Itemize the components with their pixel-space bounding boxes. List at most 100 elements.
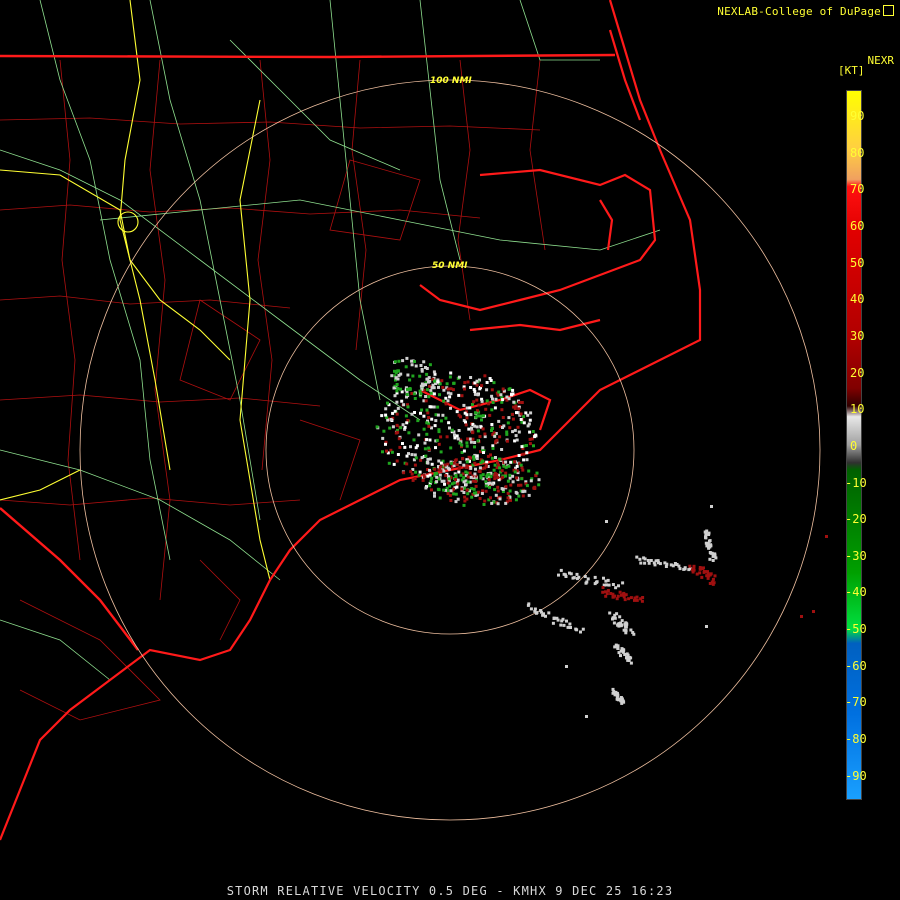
echo-pixel bbox=[629, 661, 633, 665]
echo-pixel bbox=[511, 417, 515, 421]
echo-pixel bbox=[447, 421, 451, 425]
echo-pixel bbox=[559, 623, 563, 627]
echo-pixel bbox=[409, 445, 412, 449]
echo-pixel bbox=[627, 656, 631, 660]
echo-pixel bbox=[438, 473, 442, 477]
echo-pixel bbox=[469, 376, 473, 379]
echo-pixel bbox=[601, 586, 605, 589]
echo-pixel bbox=[478, 497, 482, 500]
echo-pixel bbox=[525, 458, 529, 462]
echo-pixel bbox=[480, 418, 483, 422]
echo-pixel bbox=[501, 387, 505, 391]
echo-pixel bbox=[444, 474, 448, 478]
echo-pixel bbox=[475, 457, 479, 460]
echo-pixel bbox=[445, 382, 449, 386]
echo-pixel bbox=[489, 453, 492, 457]
colorbar-tick-label: 80 bbox=[850, 145, 865, 160]
echo-pixel bbox=[465, 464, 469, 468]
echo-pixel bbox=[498, 466, 502, 470]
echo-pixel bbox=[462, 449, 466, 453]
echo-pixel bbox=[514, 404, 518, 408]
echo-pixel bbox=[528, 418, 532, 422]
echo-pixel bbox=[493, 477, 497, 481]
echo-pixel bbox=[407, 431, 411, 435]
echo-pixel bbox=[422, 414, 426, 418]
echo-pixel bbox=[489, 496, 492, 500]
echo-pixel bbox=[510, 393, 513, 397]
echo-pixel bbox=[511, 480, 515, 484]
echo-pixel bbox=[501, 416, 505, 419]
echo-pixel bbox=[458, 460, 462, 464]
echo-pixel bbox=[382, 429, 386, 433]
echo-pixel bbox=[460, 487, 464, 491]
echo-pixel bbox=[624, 625, 628, 629]
echo-pixel bbox=[460, 394, 464, 398]
echo-pixel bbox=[437, 488, 441, 492]
echo-pixel bbox=[395, 423, 399, 427]
echo-pixel bbox=[469, 413, 473, 417]
echo-pixel bbox=[601, 590, 605, 594]
echo-pixel bbox=[452, 381, 456, 385]
echo-pixel bbox=[418, 374, 422, 378]
echo-pixel bbox=[707, 574, 711, 578]
echo-pixel bbox=[535, 471, 539, 475]
echo-pixel bbox=[646, 559, 650, 562]
echo-pixel bbox=[525, 484, 529, 488]
echo-pixel bbox=[468, 406, 472, 410]
echo-pixel bbox=[480, 492, 484, 495]
echo-pixel bbox=[466, 380, 470, 384]
echo-pixel bbox=[466, 475, 470, 479]
echo-pixel bbox=[406, 405, 410, 409]
echo-pixel bbox=[481, 489, 485, 493]
echo-pixel bbox=[462, 491, 466, 494]
echo-pixel bbox=[495, 473, 499, 476]
echo-pixel bbox=[627, 597, 631, 601]
echo-pixel bbox=[708, 557, 712, 561]
colorbar-tick-label: 30 bbox=[850, 328, 865, 343]
echo-pixel bbox=[575, 577, 579, 581]
echo-pixel bbox=[534, 611, 538, 615]
echo-pixel bbox=[678, 567, 682, 571]
echo-pixel bbox=[621, 592, 625, 596]
echo-pixel bbox=[457, 470, 461, 474]
echo-pixel bbox=[439, 469, 443, 473]
echo-pixel bbox=[403, 425, 407, 429]
echo-pixel bbox=[483, 435, 487, 439]
echo-pixel bbox=[472, 388, 476, 391]
echo-pixel bbox=[422, 475, 426, 479]
echo-pixel bbox=[400, 390, 404, 394]
range-ring-label-100: 100 NMI bbox=[430, 76, 472, 86]
echo-pixel bbox=[491, 446, 495, 450]
echo-pixel bbox=[517, 454, 521, 457]
echo-pixel bbox=[562, 623, 566, 627]
colorbar-tick-label: 90 bbox=[850, 109, 865, 123]
echo-pixel bbox=[504, 465, 508, 469]
echo-pixel bbox=[509, 483, 513, 487]
echo-pixel bbox=[439, 419, 443, 423]
echo-pixel bbox=[490, 394, 494, 398]
echo-pixel bbox=[475, 398, 479, 402]
echo-pixel bbox=[531, 430, 535, 433]
echo-pixel bbox=[498, 497, 502, 501]
echo-pixel bbox=[419, 364, 423, 367]
echo-pixel bbox=[514, 498, 518, 502]
echo-pixel bbox=[707, 545, 710, 549]
echo-pixel bbox=[593, 575, 597, 579]
echo-pixel bbox=[711, 559, 715, 562]
echo-pixel bbox=[436, 380, 440, 384]
echo-pixel bbox=[460, 443, 464, 447]
echo-pixel bbox=[427, 380, 430, 384]
echo-pixel bbox=[504, 471, 508, 475]
state-borders bbox=[0, 53, 616, 651]
echo-pixel bbox=[640, 599, 644, 603]
product-caption: STORM RELATIVE VELOCITY 0.5 DEG - KMHX 9… bbox=[226, 884, 674, 898]
credit-text: NEXLAB-College of DuPage bbox=[717, 5, 881, 18]
echo-pixel bbox=[525, 451, 529, 455]
echo-pixel bbox=[388, 426, 392, 430]
echo-pixel bbox=[401, 423, 405, 427]
echo-pixel bbox=[453, 459, 457, 463]
echo-pixel bbox=[456, 482, 460, 486]
echo-pixel bbox=[439, 465, 442, 469]
echo-pixel bbox=[476, 429, 480, 433]
echo-pixel bbox=[381, 436, 385, 440]
